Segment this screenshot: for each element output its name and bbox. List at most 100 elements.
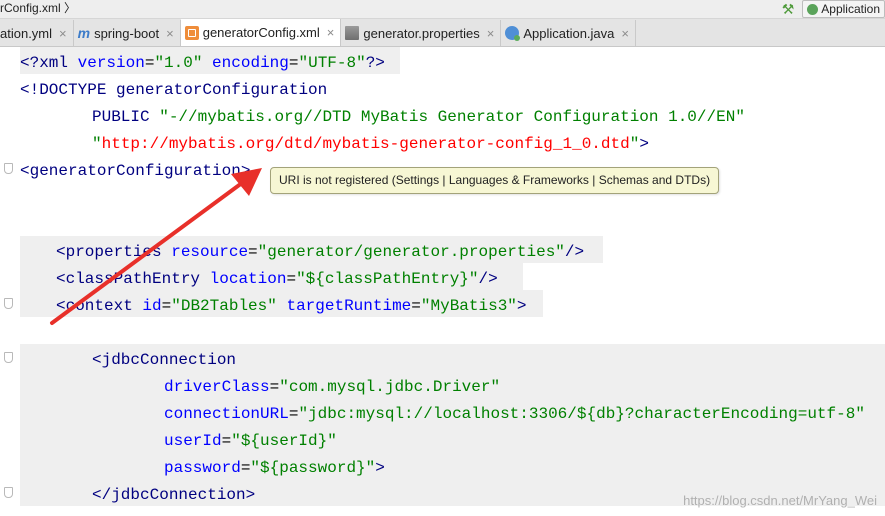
token: userId xyxy=(164,432,222,450)
token: > xyxy=(375,459,385,477)
token: "1.0" xyxy=(154,54,203,72)
token: > xyxy=(516,297,527,315)
token: <jdbcConnection xyxy=(92,351,237,369)
token: = xyxy=(286,270,297,288)
token: PUBLIC xyxy=(92,108,160,126)
close-icon[interactable]: × xyxy=(59,26,67,41)
token: ?> xyxy=(365,54,385,72)
token: targetRuntime xyxy=(276,297,412,315)
toolbar-right: ⚒ Application xyxy=(782,0,885,18)
token: = xyxy=(240,459,251,477)
token: "UTF-8" xyxy=(298,54,366,72)
token: </jdbcConnection> xyxy=(92,486,256,504)
run-configuration-label: Application xyxy=(821,2,880,16)
breadcrumb[interactable]: rConfig.xml 〉 xyxy=(0,0,76,16)
tab-application-java[interactable]: Application.java × xyxy=(501,20,636,46)
token: resource xyxy=(161,243,249,261)
token: <properties xyxy=(56,243,162,261)
token: "jdbc:mysql://localhost:3306/${db}?chara… xyxy=(298,405,865,423)
fold-marker-icon[interactable] xyxy=(4,352,13,363)
code-line-7: <classPathEntry location="${classPathEnt… xyxy=(56,266,498,293)
close-icon[interactable]: × xyxy=(621,26,629,41)
code-line-11: connectionURL="jdbc:mysql://localhost:33… xyxy=(164,401,865,428)
token: password xyxy=(164,459,241,477)
token: location xyxy=(200,270,287,288)
uri-not-registered-tooltip: URI is not registered (Settings | Langua… xyxy=(270,167,720,194)
token: "${password}" xyxy=(250,459,376,477)
fold-marker-icon[interactable] xyxy=(4,487,13,498)
code-line-9: <jdbcConnection xyxy=(92,347,236,374)
token: > xyxy=(240,162,251,180)
token: "DB2Tables" xyxy=(171,297,277,315)
token: encoding xyxy=(202,54,289,72)
tab-generatorconfig-xml[interactable]: generatorConfig.xml × xyxy=(180,19,342,46)
token: = xyxy=(288,405,299,423)
close-icon[interactable]: × xyxy=(487,26,495,41)
token: "${userId}" xyxy=(231,432,337,450)
watermark: https://blog.csdn.net/MrYang_Wei xyxy=(683,493,877,508)
token: id xyxy=(132,297,162,315)
token: <context xyxy=(56,297,133,315)
token: "com.mysql.jdbc.Driver" xyxy=(279,378,501,396)
token: xml xyxy=(39,54,69,72)
close-icon[interactable]: × xyxy=(327,25,335,40)
tab-label: Application.java xyxy=(523,25,615,41)
code-line-13: password="${password}"> xyxy=(164,455,385,482)
token: = xyxy=(411,297,421,315)
token: = xyxy=(161,297,172,315)
token: /> xyxy=(564,243,585,261)
token: > xyxy=(639,135,649,153)
token: driverClass xyxy=(164,378,270,396)
chevron-right-icon: 〉 xyxy=(64,1,77,15)
code-line-6: <properties resource="generator/generato… xyxy=(56,239,584,266)
run-configuration-selector[interactable]: Application xyxy=(802,0,885,18)
token: /> xyxy=(478,270,498,288)
fold-marker-icon[interactable] xyxy=(4,298,13,309)
properties-file-icon xyxy=(345,26,360,40)
token: = xyxy=(269,378,280,396)
token: <!DOCTYPE xyxy=(20,81,117,99)
token: "-//mybatis.org//DTD MyBatis Generator C… xyxy=(159,108,745,126)
code-line-2: <!DOCTYPE generatorConfiguration xyxy=(20,77,327,104)
token: version xyxy=(68,54,145,72)
tab-label: generatorConfig.xml xyxy=(202,25,320,40)
java-class-icon xyxy=(505,26,521,41)
token: generatorConfiguration xyxy=(116,81,328,99)
token: "generator/generator.properties" xyxy=(257,243,565,261)
code-line-12: userId="${userId}" xyxy=(164,428,337,455)
token: " xyxy=(92,135,102,153)
spring-boot-icon xyxy=(807,3,819,15)
editor-tab-bar: ation.yml × m spring-boot × generatorCon… xyxy=(0,19,885,47)
token: "MyBatis3" xyxy=(420,297,517,315)
tab-spring-boot[interactable]: m spring-boot × xyxy=(74,20,181,46)
tab-generator-properties[interactable]: generator.properties × xyxy=(341,20,502,46)
code-line-1: <?xml version="1.0" encoding="UTF-8"?> xyxy=(20,50,385,77)
tab-label: spring-boot xyxy=(94,25,160,41)
close-icon[interactable]: × xyxy=(166,26,174,41)
navigation-bar: rConfig.xml 〉 ⚒ Application xyxy=(0,0,885,19)
code-line-5: <generatorConfiguration> xyxy=(20,158,250,185)
token: = xyxy=(221,432,232,450)
tab-label: ation.yml xyxy=(0,25,53,41)
unregistered-uri[interactable]: http://mybatis.org/dtd/mybatis-generator… xyxy=(102,135,630,153)
breadcrumb-label: rConfig.xml xyxy=(0,1,61,15)
editor-gutter xyxy=(0,47,16,516)
code-line-8: <context id="DB2Tables" targetRuntime="M… xyxy=(56,293,527,320)
mybatis-icon: m xyxy=(77,25,91,41)
code-line-4: "http://mybatis.org/dtd/mybatis-generato… xyxy=(92,131,649,158)
tab-label: generator.properties xyxy=(363,25,480,41)
tab-application-yml[interactable]: ation.yml × xyxy=(0,20,74,46)
token: = xyxy=(144,54,155,72)
code-editor[interactable]: <?xml version="1.0" encoding="UTF-8"?> <… xyxy=(0,47,885,516)
build-hammer-icon[interactable]: ⚒ xyxy=(782,2,795,16)
token: "${classPathEntry}" xyxy=(296,270,479,288)
token: connectionURL xyxy=(164,405,289,423)
code-line-10: driverClass="com.mysql.jdbc.Driver" xyxy=(164,374,500,401)
fold-marker-icon[interactable] xyxy=(4,163,13,174)
token: = xyxy=(248,243,258,261)
token: " xyxy=(629,135,640,153)
token: <generatorConfiguration xyxy=(20,162,241,180)
code-line-14: </jdbcConnection> xyxy=(92,482,255,509)
code-line-3: PUBLIC "-//mybatis.org//DTD MyBatis Gene… xyxy=(92,104,745,131)
xml-file-icon xyxy=(184,25,199,40)
